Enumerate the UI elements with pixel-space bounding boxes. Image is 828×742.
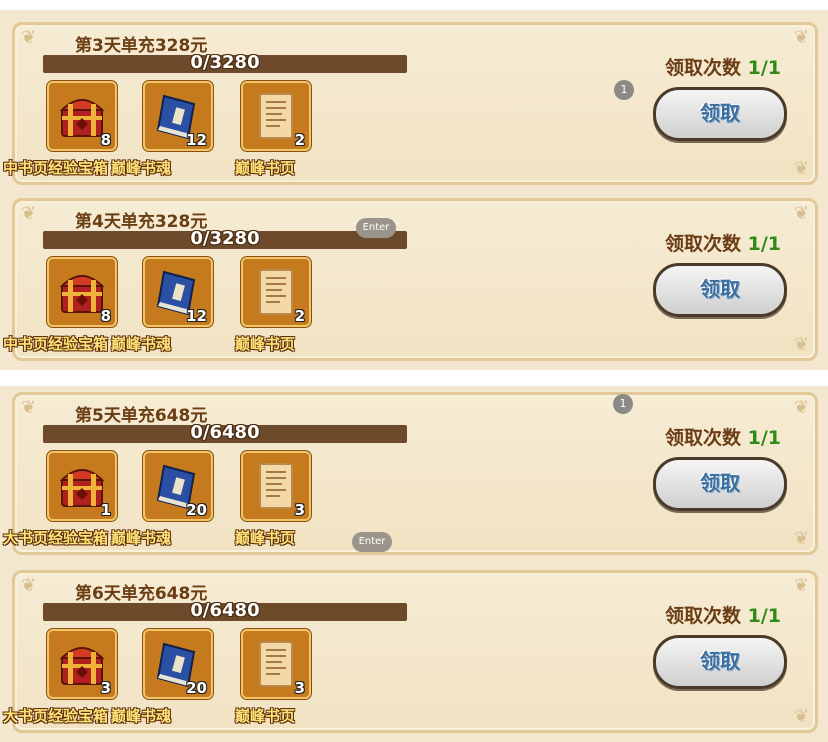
reward-name: 巅峰书魂	[111, 159, 172, 177]
reward-quantity: 12	[186, 131, 207, 149]
reward-panel-day-3: ❦ ❦ ❦ 第3天单充328元 0/3280 8 12 2 中书页经验宝箱 巅峰…	[3, 22, 818, 185]
progress-text: 0/6480	[190, 422, 260, 443]
reward-name: 大书页经验宝箱	[3, 529, 109, 547]
reward-name: 巅峰书页	[235, 159, 296, 177]
progress-bar: 0/6480	[43, 600, 407, 621]
reward-list: 1 20 3 大书页经验宝箱 巅峰书魂 巅峰书页	[3, 451, 335, 551]
claim-count-label: 领取次数	[664, 233, 741, 255]
reward-panel-day-6: ❦ ❦ ❦ 第6天单充648元 0/6480 3 20 3 大书页经验宝箱 巅峰…	[3, 570, 818, 733]
corner-ornament: ❦	[793, 528, 809, 549]
reward-slot[interactable]: 8	[47, 257, 117, 327]
reward-quantity: 8	[100, 307, 111, 325]
claim-count-label: 领取次数	[664, 57, 741, 79]
reward-slot[interactable]: 8	[47, 81, 117, 151]
enter-hint[interactable]: Enter	[356, 218, 396, 238]
claim-button[interactable]: 领取	[653, 457, 787, 511]
reward-slot[interactable]: 20	[143, 629, 213, 699]
middle-strip	[0, 370, 828, 386]
reward-panel-day-4: ❦ ❦ ❦ 第4天单充328元 0/3280 8 12 2 中书页经验宝箱 巅峰…	[3, 198, 818, 361]
claim-count: 领取次数 1/1	[665, 423, 781, 450]
claim-button[interactable]: 领取	[653, 87, 787, 141]
reward-quantity: 8	[100, 131, 111, 149]
claim-count-value: 1/1	[747, 233, 781, 255]
reward-quantity: 3	[294, 501, 305, 519]
reward-quantity: 1	[100, 501, 111, 519]
claim-count: 领取次数 1/1	[665, 601, 781, 628]
reward-name: 巅峰书页	[235, 529, 296, 547]
reward-quantity: 2	[294, 131, 305, 149]
claim-count-value: 1/1	[747, 427, 781, 449]
reward-name: 巅峰书页	[235, 335, 296, 353]
corner-ornament: ❦	[793, 27, 809, 48]
reward-slot[interactable]: 20	[143, 451, 213, 521]
progress-bar: 0/3280	[43, 228, 407, 249]
progress-text: 0/3280	[190, 52, 260, 73]
corner-ornament: ❦	[793, 158, 809, 179]
claim-count-label: 领取次数	[664, 427, 741, 449]
corner-ornament: ❦	[793, 706, 809, 727]
reward-slot[interactable]: 3	[241, 451, 311, 521]
corner-ornament: ❦	[793, 334, 809, 355]
reward-quantity: 20	[186, 679, 207, 697]
reward-name: 巅峰书魂	[111, 529, 172, 547]
corner-ornament: ❦	[793, 575, 809, 596]
reward-quantity: 20	[186, 501, 207, 519]
reward-quantity: 12	[186, 307, 207, 325]
reward-slot[interactable]: 12	[143, 81, 213, 151]
corner-ornament: ❦	[21, 397, 37, 418]
reward-name: 大书页经验宝箱	[3, 707, 109, 725]
reward-name: 巅峰书魂	[111, 707, 172, 725]
enter-hint[interactable]: Enter	[352, 532, 392, 552]
claim-count: 领取次数 1/1	[665, 53, 781, 80]
claim-button[interactable]: 领取	[653, 263, 787, 317]
claim-count-label: 领取次数	[664, 605, 741, 627]
reward-name: 中书页经验宝箱	[3, 159, 109, 177]
reward-slot[interactable]: 2	[241, 257, 311, 327]
top-strip	[0, 0, 828, 10]
progress-text: 0/3280	[190, 228, 260, 249]
reward-list: 3 20 3 大书页经验宝箱 巅峰书魂 巅峰书页	[3, 629, 335, 729]
reward-slot[interactable]: 12	[143, 257, 213, 327]
reward-slot[interactable]: 2	[241, 81, 311, 151]
corner-ornament: ❦	[21, 203, 37, 224]
reward-list: 8 12 2 中书页经验宝箱 巅峰书魂 巅峰书页	[3, 81, 335, 181]
reward-panel-day-5: ❦ ❦ ❦ 第5天单充648元 0/6480 1 20 3 大书页经验宝箱 巅峰…	[3, 392, 818, 555]
reward-quantity: 3	[294, 679, 305, 697]
reward-quantity: 2	[294, 307, 305, 325]
reward-name: 巅峰书魂	[111, 335, 172, 353]
notification-badge[interactable]: 1	[614, 80, 634, 100]
corner-ornament: ❦	[21, 27, 37, 48]
claim-count-value: 1/1	[747, 57, 781, 79]
claim-count-value: 1/1	[747, 605, 781, 627]
notification-badge[interactable]: 1	[613, 394, 633, 414]
corner-ornament: ❦	[793, 203, 809, 224]
reward-name: 中书页经验宝箱	[3, 335, 109, 353]
progress-text: 0/6480	[190, 600, 260, 621]
reward-slot[interactable]: 3	[47, 629, 117, 699]
reward-list: 8 12 2 中书页经验宝箱 巅峰书魂 巅峰书页	[3, 257, 335, 357]
corner-ornament: ❦	[793, 397, 809, 418]
reward-quantity: 3	[100, 679, 111, 697]
progress-bar: 0/6480	[43, 422, 407, 443]
progress-bar: 0/3280	[43, 52, 407, 73]
claim-count: 领取次数 1/1	[665, 229, 781, 256]
reward-name: 巅峰书页	[235, 707, 296, 725]
reward-slot[interactable]: 3	[241, 629, 311, 699]
claim-button[interactable]: 领取	[653, 635, 787, 689]
corner-ornament: ❦	[21, 575, 37, 596]
reward-slot[interactable]: 1	[47, 451, 117, 521]
